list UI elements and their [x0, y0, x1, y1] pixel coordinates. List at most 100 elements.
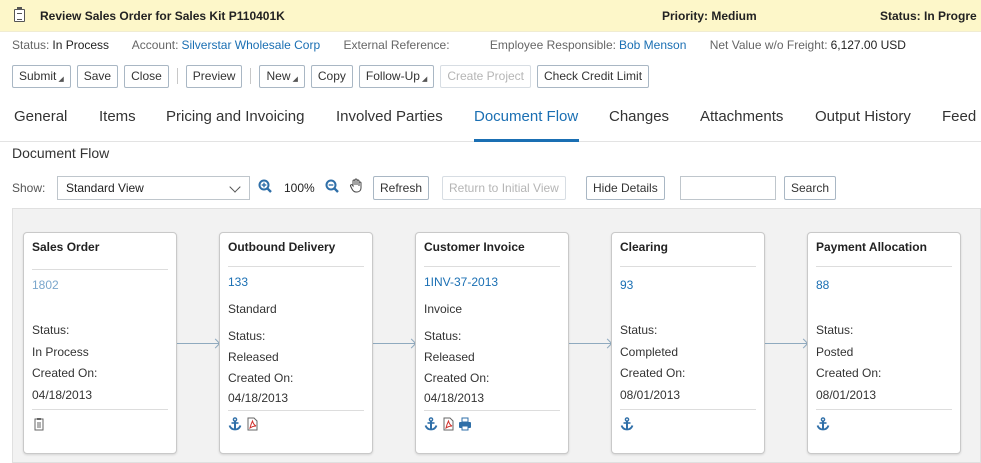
copy-button[interactable]: Copy	[310, 64, 353, 88]
flow-card-clearing[interactable]: Clearing 93 Status: Completed Created On…	[611, 232, 765, 454]
toolbar-separator	[176, 68, 178, 84]
anchor-icon[interactable]	[424, 417, 438, 431]
active-tab-indicator	[474, 139, 579, 142]
save-button[interactable]: Save	[76, 64, 119, 88]
dropdown-indicator-icon: ◢	[292, 76, 298, 83]
tab-attachments[interactable]: Attachments	[700, 108, 783, 125]
tab-changes[interactable]: Changes	[609, 108, 669, 125]
tab-pricing-and-invoicing[interactable]: Pricing and Invoicing	[166, 108, 304, 125]
pdf-icon[interactable]	[245, 417, 259, 431]
card-divider	[620, 409, 756, 410]
page-title: Review Sales Order for Sales Kit P110401…	[40, 9, 285, 23]
print-icon[interactable]	[458, 417, 472, 431]
zoom-out-icon[interactable]	[325, 179, 339, 193]
status-field-label: Status:	[12, 38, 50, 52]
priority-label: Priority: Medium	[662, 9, 757, 23]
action-toolbar: Submit ◢ Save Close Preview New ◢ Copy Fol…	[12, 64, 655, 88]
card-status-label: Status:	[816, 323, 854, 337]
card-status-value: Posted	[816, 345, 854, 359]
card-created-label: Created On:	[32, 366, 98, 380]
card-created-label: Created On:	[620, 366, 686, 380]
preview-button[interactable]: Preview	[185, 64, 243, 88]
zoom-level: 100%	[284, 181, 315, 195]
document-icon[interactable]	[32, 417, 46, 431]
account-link[interactable]: Silverstar Wholesale Corp	[181, 38, 320, 52]
flow-card-outbound-delivery[interactable]: Outbound Delivery 133 Standard Status: R…	[219, 232, 373, 454]
card-document-link[interactable]: 88	[816, 278, 829, 292]
flow-card-customer-invoice[interactable]: Customer Invoice 1INV-37-2013 Invoice St…	[415, 232, 569, 454]
new-button[interactable]: New ◢	[259, 64, 305, 88]
card-status-label: Status:	[424, 329, 462, 343]
card-divider	[424, 266, 560, 267]
status-label: Status: In Progre	[880, 9, 977, 23]
card-status-value: Completed	[620, 345, 679, 359]
status-field-value: In Process	[52, 38, 110, 52]
card-title: Clearing	[620, 240, 669, 254]
flow-card-sales-order[interactable]: Sales Order 1802 Status: In Process Crea…	[23, 232, 177, 454]
dropdown-indicator-icon: ◢	[421, 76, 428, 83]
card-created-value: 08/01/2013	[620, 388, 681, 402]
card-status-value: Released	[228, 350, 279, 364]
create-project-button[interactable]: Create Project	[440, 64, 532, 88]
net-value: 6,127.00 USD	[830, 38, 906, 52]
header-info: Status: In Process Account: Silverstar Who…	[12, 38, 909, 52]
refresh-button[interactable]: Refresh	[373, 176, 430, 200]
tab-document-flow[interactable]: Document Flow	[474, 108, 578, 125]
search-input[interactable]	[680, 176, 776, 200]
card-title: Outbound Delivery	[228, 240, 336, 254]
card-status-value: In Process	[32, 345, 89, 359]
card-divider	[816, 266, 952, 267]
tab-feed[interactable]: Feed	[942, 108, 976, 125]
pan-hand-icon[interactable]	[349, 178, 363, 193]
card-divider	[32, 269, 168, 270]
tab-output-history[interactable]: Output History	[815, 108, 911, 125]
section-title: Document Flow	[12, 145, 110, 161]
account-label: Account:	[131, 38, 179, 52]
show-label: Show:	[12, 181, 46, 195]
card-document-link[interactable]: 93	[620, 278, 633, 292]
net-value-label: Net Value w/o Freight:	[709, 38, 828, 52]
chevron-down-icon	[229, 181, 241, 193]
tab-involved-parties[interactable]: Involved Parties	[336, 108, 443, 125]
card-divider	[228, 266, 364, 267]
anchor-icon[interactable]	[620, 417, 634, 431]
employee-label: Employee Responsible:	[489, 38, 616, 52]
card-type: Invoice	[424, 302, 463, 316]
flow-card-payment-allocation[interactable]: Payment Allocation 88 Status: Posted Cre…	[807, 232, 961, 454]
submit-button[interactable]: Submit ◢	[12, 64, 71, 88]
card-title: Customer Invoice	[424, 240, 525, 254]
card-document-link[interactable]: 1INV-37-2013	[424, 275, 498, 289]
search-button[interactable]: Search	[784, 176, 837, 200]
card-divider	[32, 409, 168, 410]
dropdown-indicator-icon: ◢	[58, 76, 64, 83]
card-status-label: Status:	[228, 329, 266, 343]
tab-items[interactable]: Items	[99, 108, 136, 125]
return-to-initial-view-button[interactable]: Return to Initial View	[442, 176, 566, 200]
card-type: Standard	[228, 302, 277, 316]
employee-link[interactable]: Bob Menson	[619, 38, 686, 52]
card-created-value: 04/18/2013	[32, 388, 93, 402]
check-credit-limit-button[interactable]: Check Credit Limit	[537, 64, 650, 88]
title-bar: Review Sales Order for Sales Kit P110401…	[0, 0, 981, 32]
card-status-value: Released	[424, 350, 475, 364]
card-title: Payment Allocation	[816, 240, 927, 254]
card-created-value: 04/18/2013	[424, 391, 485, 405]
follow-up-button[interactable]: Follow-Up ◢	[358, 64, 435, 88]
zoom-in-icon[interactable]	[258, 179, 272, 193]
card-status-label: Status:	[620, 323, 658, 337]
card-created-label: Created On:	[228, 371, 294, 385]
card-created-value: 04/18/2013	[228, 391, 289, 405]
close-button[interactable]: Close	[124, 64, 169, 88]
card-created-label: Created On:	[816, 366, 882, 380]
card-divider	[424, 410, 560, 411]
anchor-icon[interactable]	[816, 417, 830, 431]
new-label: New	[266, 69, 291, 83]
pdf-icon[interactable]	[441, 417, 455, 431]
anchor-icon[interactable]	[228, 417, 242, 431]
card-document-link[interactable]: 1802	[32, 278, 59, 292]
card-document-link[interactable]: 133	[228, 275, 248, 289]
hide-details-button[interactable]: Hide Details	[586, 176, 665, 200]
view-select-value: Standard View	[66, 181, 144, 195]
view-select[interactable]: Standard View	[57, 176, 250, 200]
tab-general[interactable]: General	[14, 108, 67, 125]
